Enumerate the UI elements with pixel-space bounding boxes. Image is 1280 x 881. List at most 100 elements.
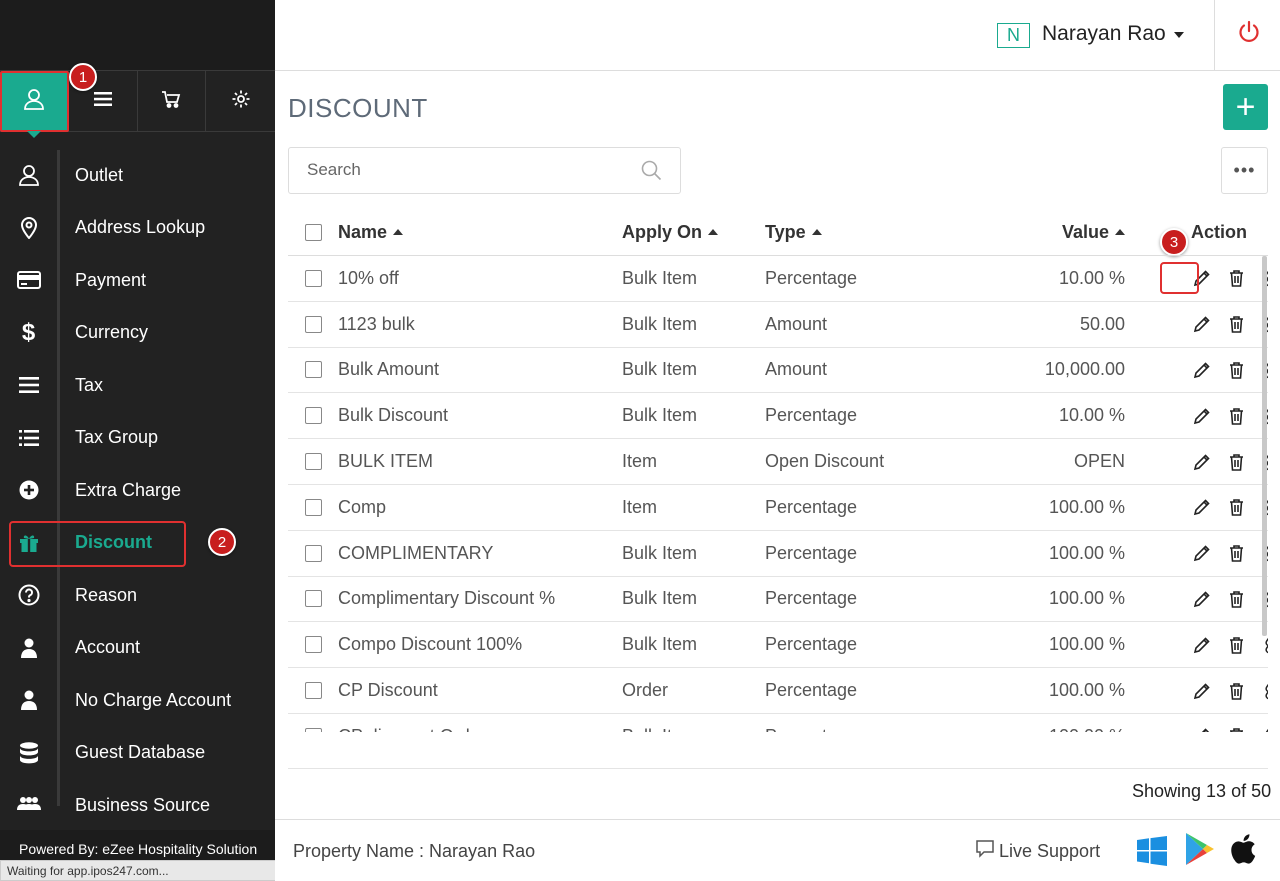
edit-pencil-icon[interactable] [1193, 361, 1211, 379]
table-scrollbar[interactable] [1262, 256, 1267, 636]
row-actions [1125, 590, 1268, 608]
sidebar-item-account[interactable]: Account [0, 622, 275, 675]
sidebar-item-guest-database[interactable]: Guest Database [0, 727, 275, 780]
row-checkbox[interactable] [304, 682, 322, 700]
sidebar-item-address-lookup[interactable]: Address Lookup [0, 202, 275, 255]
trash-icon[interactable] [1229, 269, 1244, 288]
power-icon[interactable] [1237, 20, 1261, 49]
discount-type: Percentage [765, 634, 858, 655]
table-row[interactable]: Bulk Amount Bulk Item Amount 10,000.00 [288, 348, 1268, 394]
column-value[interactable]: Value [945, 222, 1125, 243]
trash-icon[interactable] [1229, 544, 1244, 562]
edit-pencil-icon[interactable] [1193, 636, 1211, 654]
table-row[interactable]: CP discount OrderBulk ItemPercentage100.… [288, 714, 1268, 732]
edit-pencil-icon[interactable] [1193, 544, 1211, 562]
column-name[interactable]: Name [338, 222, 622, 243]
windows-icon[interactable] [1137, 836, 1167, 871]
row-checkbox[interactable] [304, 407, 322, 425]
person-icon [0, 690, 57, 711]
sidebar-item-extra-charge[interactable]: Extra Charge [0, 464, 275, 517]
column-type[interactable]: Type [765, 222, 945, 243]
table-row[interactable]: Compo Discount 100% Bulk Item Percentage 10… [288, 622, 1268, 669]
discount-value: 100.00 % [945, 726, 1125, 732]
table-row[interactable]: 1123 bulk Bulk Item Amount 50.00 [288, 302, 1268, 348]
sidebar-item-business-source[interactable]: Business Source [0, 779, 275, 811]
trash-icon[interactable] [1229, 727, 1244, 732]
column-name-label: Name [338, 222, 388, 242]
table-row[interactable]: 10% off Bulk Item Percentage 10.00 % [288, 256, 1268, 302]
trash-icon[interactable] [1229, 682, 1244, 700]
discount-value: 10.00 % [1058, 267, 1125, 288]
more-options-button[interactable]: ••• [1221, 147, 1268, 194]
row-checkbox[interactable] [304, 544, 322, 562]
table-row[interactable]: BULK ITEM Item Open Discount OPEN [288, 439, 1268, 485]
sidebar-item-reason[interactable]: Reason [0, 569, 275, 622]
chat-icon [975, 839, 995, 864]
tab-user[interactable] [0, 71, 69, 138]
tab-cart[interactable] [138, 71, 207, 132]
apply-on: Bulk Item [622, 267, 698, 288]
search-icon[interactable] [641, 160, 662, 186]
sidebar-item-label: Outlet [75, 164, 124, 185]
sidebar-item-outlet[interactable]: Outlet [0, 149, 275, 202]
step-badge-1: 1 [69, 63, 97, 91]
table-row[interactable]: COMPLIMENTARY Bulk Item Percentage 100.00 % [288, 531, 1268, 577]
edit-pencil-icon[interactable] [1193, 498, 1211, 516]
trash-icon[interactable] [1229, 315, 1244, 333]
row-checkbox[interactable] [304, 361, 322, 379]
trash-icon[interactable] [1229, 590, 1244, 608]
user-icon [0, 163, 57, 187]
add-discount-button[interactable]: + [1223, 84, 1268, 130]
pagination-info: Showing 13 of 50 [1132, 781, 1272, 801]
live-support-link[interactable]: Live Support [975, 839, 1100, 864]
row-checkbox[interactable] [304, 315, 322, 333]
row-actions [1125, 682, 1268, 700]
sidebar-item-tax-group[interactable]: Tax Group [0, 412, 275, 465]
trash-icon[interactable] [1229, 361, 1244, 379]
edit-pencil-icon[interactable] [1193, 727, 1211, 732]
table-body: 10% off Bulk Item Percentage 10.00 % 1123 bu… [288, 256, 1268, 732]
column-apply-on[interactable]: Apply On [622, 222, 765, 243]
row-checkbox[interactable] [304, 636, 322, 654]
table-row[interactable]: Comp Item Percentage 100.00 % [288, 485, 1268, 531]
sidebar-item-tax[interactable]: Tax [0, 359, 275, 412]
discount-type: Amount [765, 359, 828, 380]
edit-pencil-icon[interactable] [1193, 682, 1211, 700]
trash-icon[interactable] [1229, 636, 1244, 654]
row-checkbox[interactable] [304, 727, 322, 732]
edit-pencil-icon[interactable] [1193, 453, 1211, 471]
row-checkbox[interactable] [304, 453, 322, 471]
user-name[interactable]: Narayan Rao [1042, 22, 1166, 46]
row-actions [1125, 361, 1268, 379]
apply-on: Bulk Item [622, 359, 698, 380]
row-checkbox[interactable] [304, 590, 322, 608]
edit-pencil-icon[interactable] [1193, 590, 1211, 608]
google-play-icon[interactable] [1185, 832, 1215, 871]
trash-icon[interactable] [1229, 453, 1244, 471]
avatar[interactable]: N [997, 23, 1030, 48]
sidebar-item-payment[interactable]: Payment [0, 254, 275, 307]
table-row[interactable]: Complimentary Discount % Bulk Item Percent… [288, 577, 1268, 623]
link-icon[interactable] [1262, 727, 1268, 732]
table-row[interactable]: Bulk Discount Bulk Item Percentage 10.00 % [288, 393, 1268, 440]
table-row[interactable]: CP Discount Order Percentage 100.00 % [288, 668, 1268, 714]
edit-pencil-icon[interactable] [1193, 407, 1211, 425]
edit-pencil-icon[interactable] [1193, 315, 1211, 333]
link-icon[interactable] [1262, 682, 1268, 700]
link-icon[interactable] [1262, 636, 1268, 654]
row-checkbox[interactable] [304, 498, 322, 516]
trash-icon[interactable] [1229, 407, 1244, 425]
tab-settings[interactable] [206, 71, 275, 132]
apple-icon[interactable] [1230, 833, 1256, 870]
trash-icon[interactable] [1229, 498, 1244, 517]
row-actions [1125, 315, 1268, 333]
sidebar-item-no-charge-account[interactable]: No Charge Account [0, 674, 275, 727]
chevron-down-icon[interactable] [1174, 32, 1184, 38]
sidebar-item-currency[interactable]: $ Currency [0, 307, 275, 360]
sort-asc-icon [1115, 229, 1125, 235]
column-apply-on-label: Apply On [622, 222, 702, 242]
row-checkbox[interactable] [304, 269, 322, 287]
gear-icon [231, 89, 251, 114]
select-all-checkbox[interactable] [304, 224, 322, 241]
search-input[interactable] [307, 148, 637, 192]
